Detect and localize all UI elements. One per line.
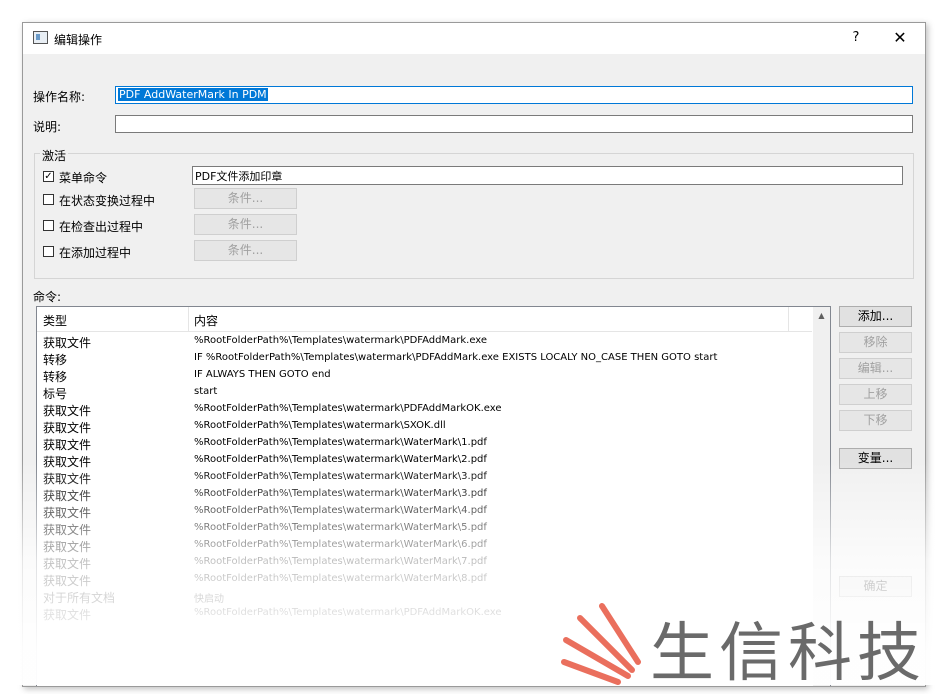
command-content-cell: %RootFolderPath%\Templates\watermark\Wat…	[194, 454, 487, 465]
commands-label: 命令:	[33, 290, 62, 304]
command-type-cell: 获取文件	[43, 557, 92, 571]
brand-watermark-text: 生信科技	[650, 617, 926, 691]
scroll-up-arrow-icon[interactable]: ▲	[813, 307, 830, 324]
close-button[interactable]: ✕	[885, 27, 915, 49]
move-up-button[interactable]: 上移	[839, 384, 912, 405]
table-row[interactable]: 获取文件 %RootFolderPath%\Templates\watermark…	[37, 486, 812, 503]
commands-rows: 获取文件 %RootFolderPath%\Templates\watermark…	[37, 333, 812, 622]
variables-button[interactable]: 变量...	[839, 448, 912, 469]
command-content-cell: %RootFolderPath%\Templates\watermark\Wat…	[194, 488, 487, 499]
command-type-cell: 获取文件	[43, 608, 92, 622]
app-window-icon	[33, 31, 48, 44]
command-content-cell: %RootFolderPath%\Templates\watermark\PDF…	[194, 403, 502, 414]
command-content-cell: %RootFolderPath%\Templates\watermark\Wat…	[194, 556, 487, 567]
description-label: 说明:	[33, 120, 62, 134]
remove-command-button[interactable]: 移除	[839, 332, 912, 353]
column-divider[interactable]	[788, 307, 789, 331]
add-checkbox[interactable]	[43, 246, 54, 257]
command-type-cell: 获取文件	[43, 455, 92, 469]
table-row[interactable]: 获取文件 %RootFolderPath%\Templates\watermark…	[37, 571, 812, 588]
menu-command-input[interactable]: PDF文件添加印章	[192, 166, 903, 185]
column-divider[interactable]	[188, 307, 189, 331]
table-row[interactable]: 获取文件 %RootFolderPath%\Templates\watermark…	[37, 537, 812, 554]
checkout-label: 在检查出过程中	[59, 220, 144, 234]
command-type-cell: 对于所有文档	[43, 591, 116, 605]
table-row[interactable]: 获取文件 %RootFolderPath%\Templates\watermark…	[37, 469, 812, 486]
ok-button[interactable]: 确定	[839, 576, 912, 597]
command-type-cell: 获取文件	[43, 540, 92, 554]
command-type-cell: 获取文件	[43, 489, 92, 503]
add-condition-button[interactable]: 条件...	[194, 240, 297, 261]
command-type-cell: 获取文件	[43, 421, 92, 435]
table-row[interactable]: 获取文件 %RootFolderPath%\Templates\watermark…	[37, 554, 812, 571]
command-content-cell: %RootFolderPath%\Templates\watermark\PDF…	[194, 607, 502, 618]
command-content-cell: %RootFolderPath%\Templates\watermark\Wat…	[194, 573, 487, 584]
table-row[interactable]: 获取文件 %RootFolderPath%\Templates\watermark…	[37, 435, 812, 452]
command-content-cell: IF ALWAYS THEN GOTO end	[194, 369, 331, 380]
command-content-cell: IF %RootFolderPath%\Templates\watermark\…	[194, 352, 718, 363]
state-change-label: 在状态变换过程中	[59, 194, 156, 208]
command-content-cell: start	[194, 386, 218, 397]
edit-operation-dialog: 编辑操作 ? ✕ 操作名称: PDF AddWaterMark In PDM 说…	[22, 22, 926, 687]
table-row[interactable]: 获取文件 %RootFolderPath%\Templates\watermark…	[37, 401, 812, 418]
command-type-cell: 转移	[43, 370, 68, 384]
operation-name-value: PDF AddWaterMark In PDM	[118, 88, 268, 101]
table-row[interactable]: 获取文件 %RootFolderPath%\Templates\watermark…	[37, 503, 812, 520]
command-content-cell: %RootFolderPath%\Templates\watermark\Wat…	[194, 505, 487, 516]
command-type-cell: 获取文件	[43, 506, 92, 520]
command-type-cell: 获取文件	[43, 336, 92, 350]
command-content-cell: %RootFolderPath%\Templates\watermark\Wat…	[194, 437, 487, 448]
command-content-cell: %RootFolderPath%\Templates\watermark\Wat…	[194, 471, 487, 482]
fan-logo-icon	[561, 603, 641, 685]
checkout-checkbox[interactable]	[43, 220, 54, 231]
checkout-condition-button[interactable]: 条件...	[194, 214, 297, 235]
state-change-checkbox[interactable]	[43, 194, 54, 205]
command-content-cell: %RootFolderPath%\Templates\watermark\SXO…	[194, 420, 446, 431]
table-row[interactable]: 获取文件 %RootFolderPath%\Templates\watermark…	[37, 418, 812, 435]
command-type-cell: 获取文件	[43, 472, 92, 486]
commands-list-header: 类型 内容	[37, 307, 812, 332]
command-type-cell: 转移	[43, 353, 68, 367]
command-type-cell: 获取文件	[43, 523, 92, 537]
command-type-cell: 标号	[43, 387, 68, 401]
column-header-content[interactable]: 内容	[194, 312, 218, 329]
help-button[interactable]: ?	[841, 27, 871, 49]
dialog-title: 编辑操作	[54, 33, 103, 47]
command-content-cell: %RootFolderPath%\Templates\watermark\Wat…	[194, 522, 487, 533]
operation-name-input[interactable]: PDF AddWaterMark In PDM	[115, 86, 913, 104]
menu-command-label: 菜单命令	[59, 171, 108, 185]
title-bar: 编辑操作 ? ✕	[23, 23, 925, 54]
activation-group-label: 激活	[40, 147, 69, 164]
command-type-cell: 获取文件	[43, 404, 92, 418]
table-row[interactable]: 获取文件 %RootFolderPath%\Templates\watermark…	[37, 520, 812, 537]
add-command-button[interactable]: 添加...	[839, 306, 912, 327]
menu-command-checkbox[interactable]: ✓	[43, 171, 54, 182]
table-row[interactable]: 标号 start	[37, 384, 812, 401]
brand-watermark: 生信科技	[558, 600, 946, 691]
description-input[interactable]	[115, 115, 913, 133]
command-content-cell: %RootFolderPath%\Templates\watermark\Wat…	[194, 539, 487, 550]
table-row[interactable]: 获取文件 %RootFolderPath%\Templates\watermark…	[37, 452, 812, 469]
add-label: 在添加过程中	[59, 246, 132, 260]
command-content-cell: %RootFolderPath%\Templates\watermark\PDF…	[194, 335, 488, 346]
column-header-type[interactable]: 类型	[43, 312, 67, 329]
table-row[interactable]: 转移 IF ALWAYS THEN GOTO end	[37, 367, 812, 384]
command-type-cell: 获取文件	[43, 438, 92, 452]
command-content-cell: 快启动	[194, 594, 224, 605]
table-row[interactable]: 获取文件 %RootFolderPath%\Templates\watermark…	[37, 333, 812, 350]
move-down-button[interactable]: 下移	[839, 410, 912, 431]
command-type-cell: 获取文件	[43, 574, 92, 588]
state-change-condition-button[interactable]: 条件...	[194, 188, 297, 209]
operation-name-label: 操作名称:	[33, 90, 86, 104]
edit-command-button[interactable]: 编辑...	[839, 358, 912, 379]
table-row[interactable]: 转移 IF %RootFolderPath%\Templates\watermar…	[37, 350, 812, 367]
